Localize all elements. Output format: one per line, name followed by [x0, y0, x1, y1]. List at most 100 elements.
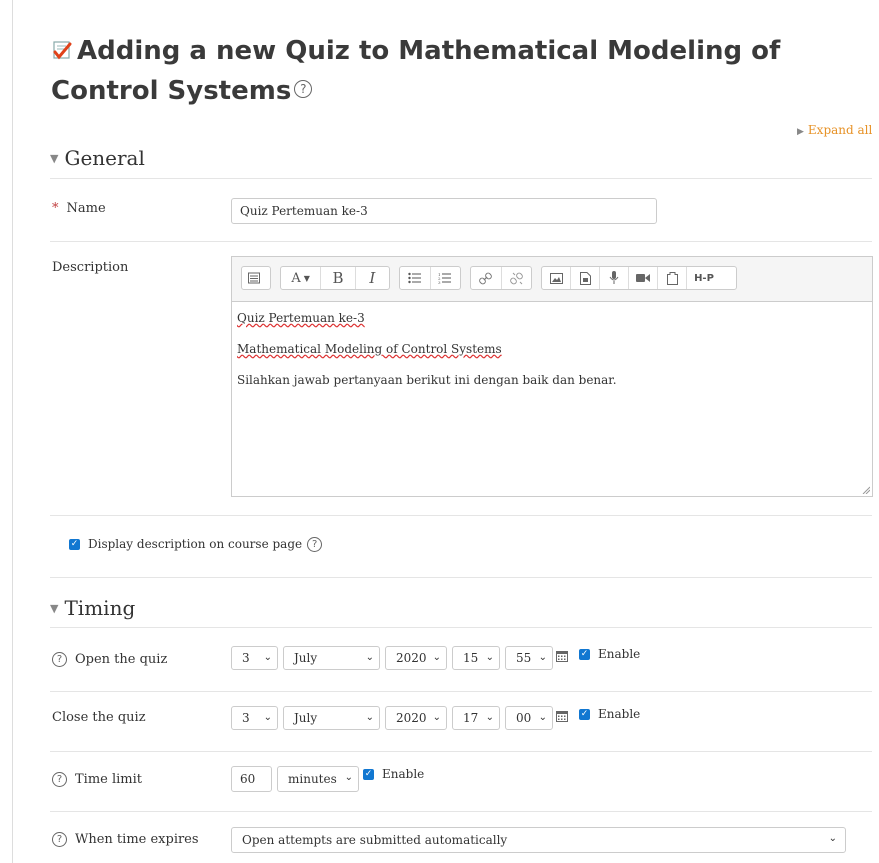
- name-input[interactable]: Quiz Pertemuan ke-3: [231, 198, 657, 224]
- open-quiz-label: ? Open the quiz: [52, 652, 167, 667]
- close-year-value: 2020: [396, 711, 427, 725]
- open-hour-select[interactable]: 15 ⌄: [452, 646, 500, 670]
- close-year-select[interactable]: 2020 ⌄: [385, 706, 447, 730]
- help-icon[interactable]: ?: [307, 537, 323, 552]
- divider: [50, 627, 872, 628]
- toolbar-group: H-P: [541, 266, 737, 290]
- toolbar-group: [241, 266, 271, 290]
- font-style-text: A: [291, 270, 301, 286]
- chevron-down-icon: ⌄: [365, 712, 374, 723]
- media-icon[interactable]: [570, 267, 599, 289]
- expand-all-link[interactable]: ▶ Expand all: [797, 123, 872, 137]
- when-expires-label-text: When time expires: [75, 832, 199, 847]
- help-icon[interactable]: ?: [52, 652, 67, 667]
- record-audio-icon[interactable]: [599, 267, 628, 289]
- chevron-down-icon: ⌄: [538, 652, 547, 663]
- close-hour-value: 17: [463, 711, 479, 725]
- chevron-down-icon: ⌄: [365, 652, 374, 663]
- chevron-down-icon: ⌄: [485, 652, 494, 663]
- bold-icon[interactable]: B: [320, 267, 354, 289]
- editor-content[interactable]: Quiz Pertemuan ke-3 Mathematical Modelin…: [232, 302, 872, 411]
- toolbar-group: A ▼ B I: [280, 266, 390, 290]
- divider: [50, 751, 872, 752]
- record-video-icon[interactable]: [628, 267, 657, 289]
- editor-line: Silahkan jawab pertanyaan berikut ini de…: [237, 372, 867, 388]
- display-description-label: Display description on course page: [88, 537, 303, 551]
- close-minute-value: 00: [516, 711, 532, 725]
- open-enable-label: Enable: [598, 647, 641, 661]
- chevron-down-icon: ⌄: [485, 712, 494, 723]
- required-icon: *: [52, 201, 59, 216]
- open-month-value: July: [294, 651, 318, 665]
- divider: [50, 178, 872, 179]
- when-expires-label: ? When time expires: [52, 832, 199, 847]
- display-description-row: ✓ Display description on course page?: [69, 537, 323, 552]
- close-month-value: July: [294, 711, 318, 725]
- time-limit-unit-select[interactable]: minutes ⌄: [277, 766, 359, 792]
- italic-text: I: [369, 269, 376, 287]
- open-year-value: 2020: [396, 651, 427, 665]
- description-editor[interactable]: A ▼ B I 123 H-P Quiz Pertemuan ke-3 Math…: [231, 256, 873, 497]
- bold-text: B: [332, 269, 344, 287]
- close-day-value: 3: [242, 711, 250, 725]
- close-enable-label: Enable: [598, 707, 641, 721]
- open-month-select[interactable]: July ⌄: [283, 646, 380, 670]
- unlink-icon[interactable]: [500, 267, 532, 289]
- close-enable-checkbox[interactable]: ✓: [579, 709, 590, 720]
- close-month-select[interactable]: July ⌄: [283, 706, 380, 730]
- caret-down-icon: ▼: [50, 602, 59, 615]
- open-enable-checkbox[interactable]: ✓: [579, 649, 590, 660]
- h5p-text: H-P: [694, 272, 714, 284]
- when-expires-select[interactable]: Open attempts are submitted automaticall…: [231, 827, 846, 853]
- close-day-select[interactable]: 3 ⌄: [231, 706, 278, 730]
- resize-grip-icon[interactable]: [862, 486, 870, 494]
- help-icon[interactable]: ?: [294, 80, 313, 98]
- close-minute-select[interactable]: 00 ⌄: [505, 706, 553, 730]
- quiz-settings-page: Adding a new Quiz to Mathematical Modeli…: [0, 0, 879, 863]
- time-limit-label: ? Time limit: [52, 772, 142, 787]
- manage-files-icon[interactable]: [657, 267, 686, 289]
- open-year-select[interactable]: 2020 ⌄: [385, 646, 447, 670]
- link-icon[interactable]: [471, 267, 501, 289]
- section-general-toggle[interactable]: ▼ General: [50, 146, 145, 170]
- editor-line-text: Mathematical Modeling of Control Systems: [237, 342, 502, 356]
- chevron-down-icon: ⌄: [263, 652, 272, 663]
- font-style-icon[interactable]: A ▼: [281, 267, 320, 289]
- chevron-down-icon: ⌄: [432, 652, 441, 663]
- section-timing-title: Timing: [64, 596, 136, 620]
- editor-line: Quiz Pertemuan ke-3: [237, 310, 867, 326]
- when-expires-value: Open attempts are submitted automaticall…: [242, 833, 508, 847]
- description-label: Description: [52, 260, 129, 275]
- open-minute-value: 55: [516, 651, 532, 665]
- image-icon[interactable]: [542, 267, 570, 289]
- open-enable-row: ✓ Enable: [579, 647, 640, 661]
- help-icon[interactable]: ?: [52, 772, 67, 787]
- open-minute-select[interactable]: 55 ⌄: [505, 646, 553, 670]
- italic-icon[interactable]: I: [354, 267, 389, 289]
- toolbar-toggle-icon[interactable]: [242, 267, 266, 289]
- chevron-down-icon: ⌄: [432, 712, 441, 723]
- open-day-select[interactable]: 3 ⌄: [231, 646, 278, 670]
- toolbar-group: 123: [399, 266, 461, 290]
- chevron-down-icon: ⌄: [538, 712, 547, 723]
- chevron-down-icon: ⌄: [263, 712, 272, 723]
- close-enable-row: ✓ Enable: [579, 707, 640, 721]
- time-limit-input[interactable]: 60: [231, 766, 272, 792]
- help-icon[interactable]: ?: [52, 832, 67, 847]
- editor-toolbar: A ▼ B I 123 H-P: [232, 257, 872, 302]
- calendar-icon[interactable]: [556, 650, 568, 665]
- chevron-down-icon: ⌄: [828, 833, 837, 844]
- close-hour-select[interactable]: 17 ⌄: [452, 706, 500, 730]
- section-timing-toggle[interactable]: ▼ Timing: [50, 596, 135, 620]
- name-label: * Name: [52, 201, 106, 216]
- display-description-checkbox[interactable]: ✓: [69, 539, 80, 550]
- editor-line-text: Quiz Pertemuan ke-3: [237, 311, 365, 325]
- expand-all-label: Expand all: [807, 123, 873, 137]
- time-limit-enable-checkbox[interactable]: ✓: [363, 769, 374, 780]
- h5p-icon[interactable]: H-P: [686, 267, 721, 289]
- unordered-list-icon[interactable]: [400, 267, 430, 289]
- section-general-title: General: [64, 146, 145, 170]
- ordered-list-icon[interactable]: 123: [429, 267, 461, 289]
- calendar-icon[interactable]: [556, 710, 568, 725]
- chevron-down-icon: ⌄: [344, 772, 353, 783]
